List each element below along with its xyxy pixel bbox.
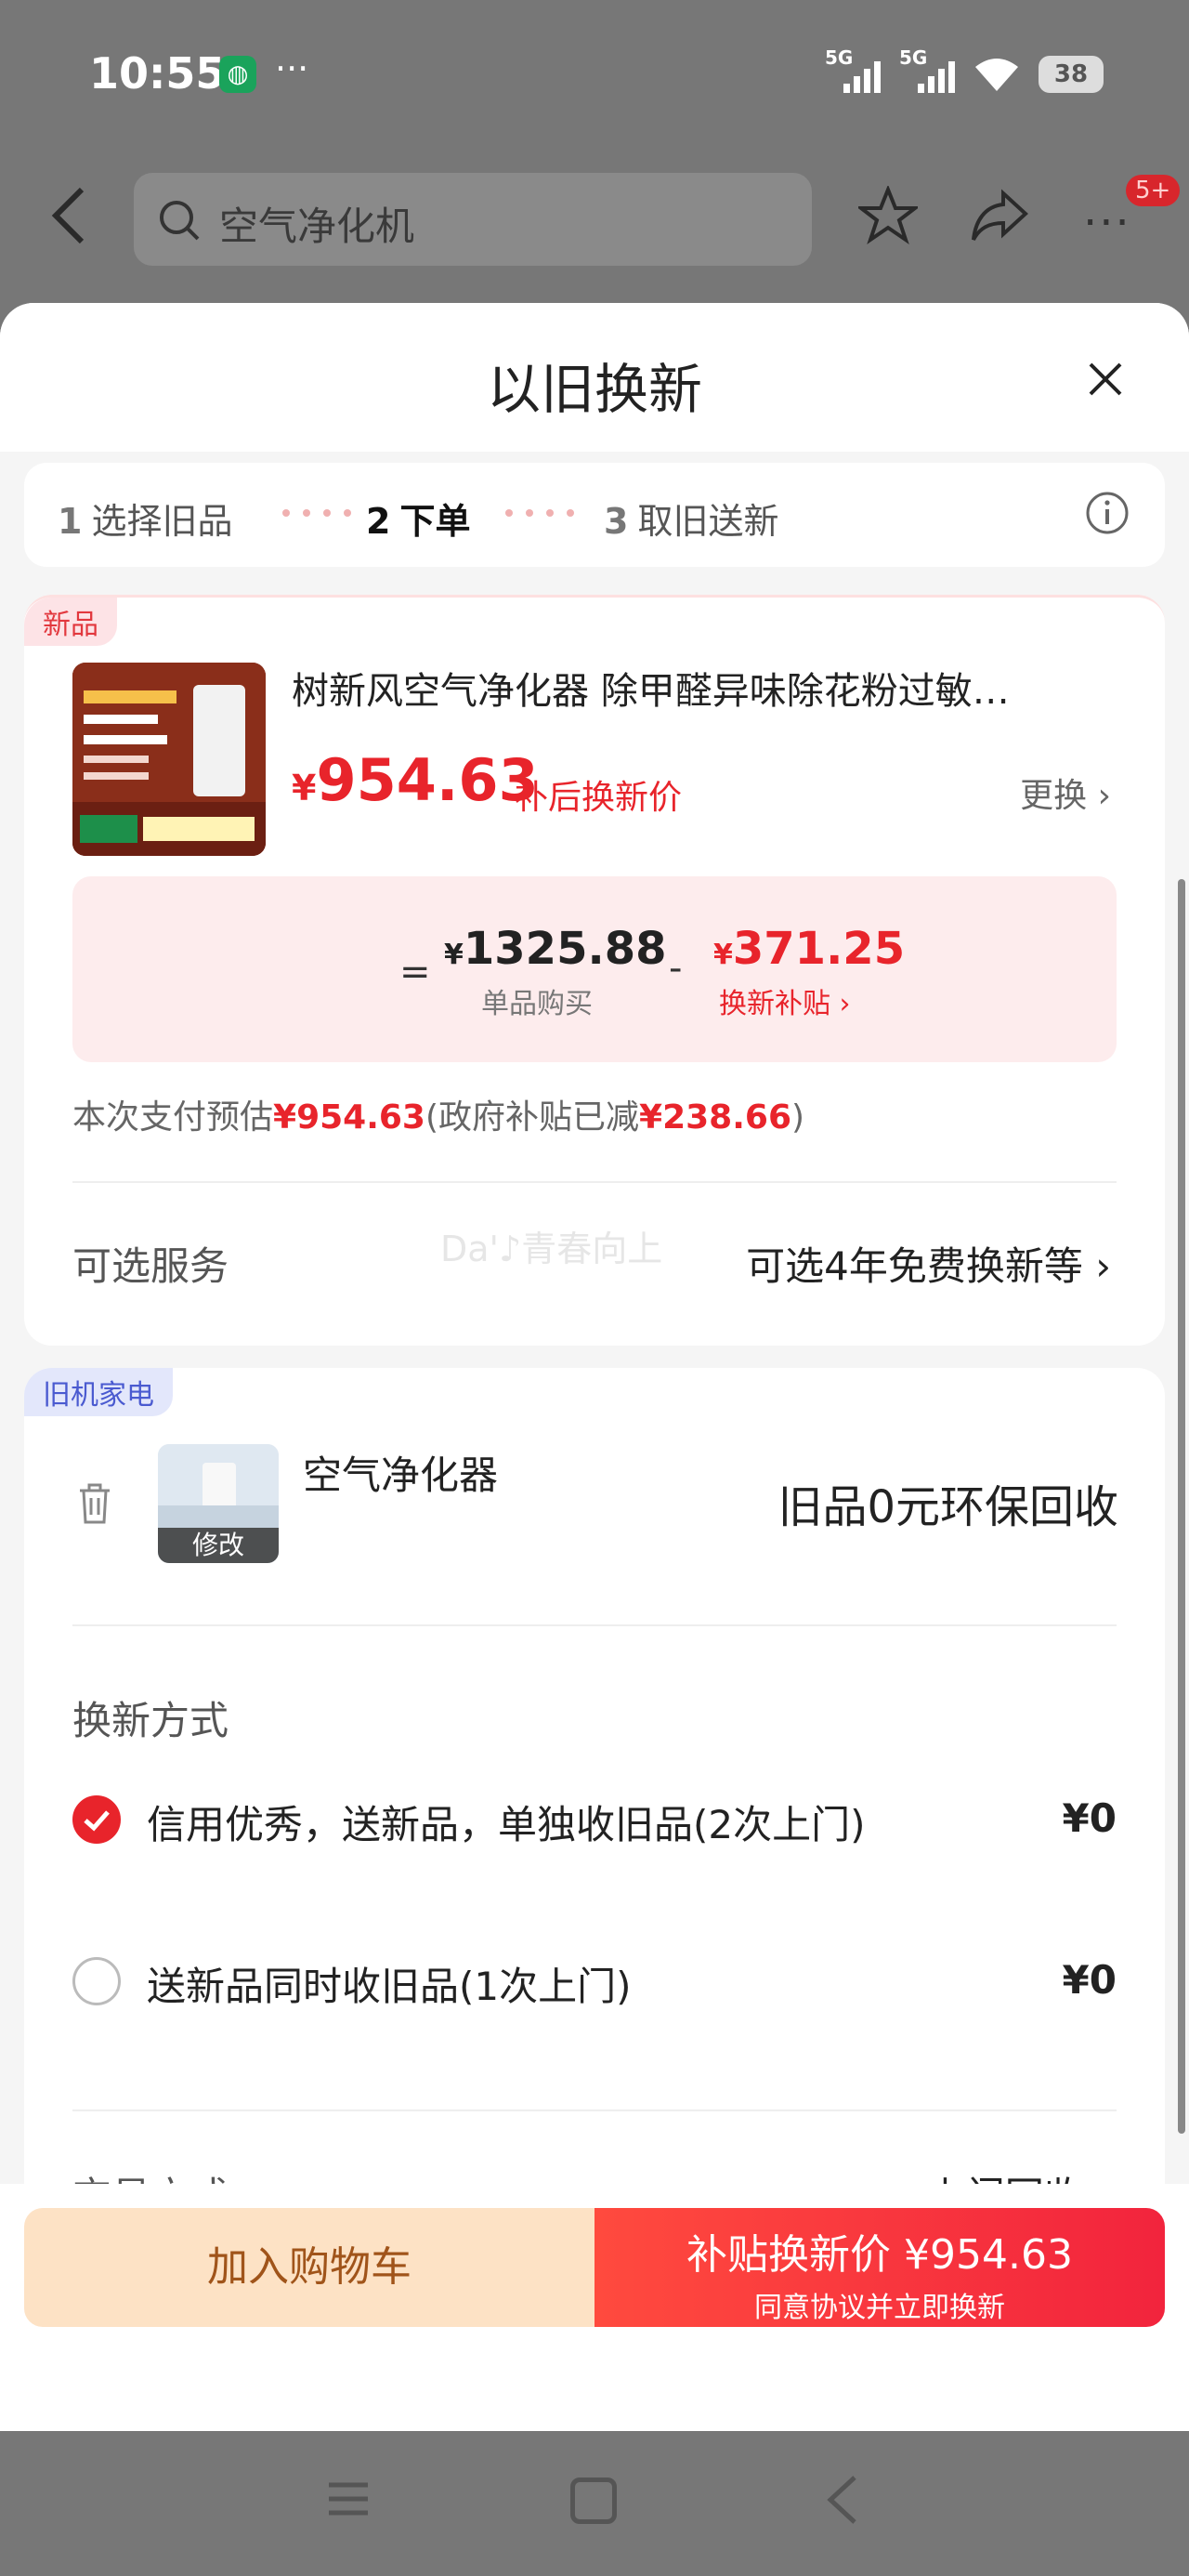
step-deliver: 3 取旧送新: [604, 501, 779, 542]
divider: [72, 1181, 1117, 1183]
trade-in-price-label: 补后换新价: [515, 779, 683, 817]
trade-in-buy-button[interactable]: 补贴换新价 ¥954.63 同意协议并立即换新: [594, 2208, 1165, 2327]
search-icon: [160, 201, 200, 241]
radio-checked-icon[interactable]: [72, 1795, 121, 1844]
optional-service-link[interactable]: 可选4年免费换新等 ›: [746, 1235, 1111, 1292]
product-image[interactable]: [72, 663, 266, 856]
sheet-header: 以旧换新: [0, 303, 1189, 452]
option-label: 信用优秀，送新品，单独收旧品(2次上门): [147, 1802, 866, 1847]
step-order: 2 下单: [366, 501, 471, 542]
radio-unchecked-icon[interactable]: [72, 1957, 121, 2005]
old-product-image[interactable]: 修改: [158, 1444, 279, 1563]
trade-in-method-label: 换新方式: [72, 1698, 229, 1743]
battery-icon: 38: [1039, 56, 1104, 93]
price-breakdown: = ¥1325.88 单品购买 - ¥371.25 换新补贴 ›: [72, 876, 1117, 1062]
close-icon[interactable]: [1087, 361, 1124, 398]
trade-in-price: ¥954.63: [292, 746, 539, 814]
edit-old-product-button[interactable]: 修改: [158, 1528, 279, 1563]
option-price: ¥0: [1062, 1957, 1117, 2003]
nav-back-icon[interactable]: [823, 2474, 860, 2526]
trash-icon[interactable]: [76, 1481, 113, 1526]
payment-estimate: 本次支付预估¥954.63(政府补贴已减¥238.66): [72, 1098, 805, 1137]
single-purchase-price: ¥1325.88: [444, 923, 667, 975]
bottom-action-bar: 加入购物车 补贴换新价 ¥954.63 同意协议并立即换新: [0, 2184, 1189, 2431]
old-product-tag: 旧机家电: [24, 1368, 173, 1416]
step-indicator: 1 选择旧品 2 下单 3 取旧送新: [24, 463, 1165, 567]
subsidy-amount: ¥371.25: [713, 923, 906, 975]
add-to-cart-button[interactable]: 加入购物车: [24, 2208, 594, 2327]
app-notification-icon: ◍: [219, 56, 256, 93]
clock: 10:55: [89, 48, 226, 99]
more-icon[interactable]: ···: [1083, 197, 1131, 249]
minus-sign: -: [669, 947, 683, 990]
option-label: 送新品同时收旧品(1次上门): [147, 1964, 632, 2009]
recents-icon[interactable]: [327, 2477, 370, 2520]
product-title[interactable]: 树新风空气净化器 除甲醛异味除花粉过敏…: [292, 661, 1128, 715]
new-product-card: 新品 树新风空气净化器 除甲醛异味除花粉过敏… ¥954.63 补后换新价 更换…: [24, 595, 1165, 1346]
equals-sign: =: [399, 951, 431, 993]
recycle-info: 旧品0元环保回收: [777, 1481, 1118, 1533]
info-icon[interactable]: [1085, 491, 1130, 535]
more-notifications-icon: ···: [275, 48, 309, 89]
divider: [72, 2109, 1117, 2111]
step-connector: [505, 509, 574, 517]
signal-icon: 5G: [825, 46, 881, 93]
wifi-icon: [975, 59, 1018, 91]
notification-badge: 5+: [1126, 175, 1181, 206]
single-purchase-label: 单品购买: [481, 988, 593, 1020]
trade-in-sheet: 以旧换新 1 选择旧品 2 下单 3 取旧送新 新品 树新风空气净化器 除甲醛异…: [0, 303, 1189, 2431]
step-select-old: 1 选择旧品: [58, 501, 233, 542]
divider: [72, 1624, 1117, 1626]
watermark: Da'♪青春向上: [440, 1229, 663, 1269]
search-input[interactable]: 空气净化机: [134, 173, 812, 266]
method-option-separate[interactable]: 信用优秀，送新品，单独收旧品(2次上门) ¥0: [72, 1794, 1117, 1849]
signal-icon: 5G: [899, 46, 955, 93]
sheet-title: 以旧换新: [486, 358, 702, 421]
step-connector: [282, 509, 351, 517]
buy-button-sublabel: 同意协议并立即换新: [754, 2292, 1005, 2324]
buy-button-label: 补贴换新价 ¥954.63: [686, 2231, 1073, 2279]
method-option-same-visit[interactable]: 送新品同时收旧品(1次上门) ¥0: [72, 1955, 1117, 2011]
subsidy-link[interactable]: 换新补贴 ›: [719, 980, 851, 1021]
new-product-tag: 新品: [24, 598, 117, 646]
old-product-name: 空气净化器: [303, 1452, 499, 1498]
scrollbar[interactable]: [1178, 879, 1185, 2134]
change-product-link[interactable]: 更换 ›: [1020, 769, 1111, 817]
optional-service-label: 可选服务: [72, 1243, 229, 1289]
share-icon[interactable]: [970, 186, 1029, 245]
search-placeholder: 空气净化机: [219, 204, 415, 249]
star-icon[interactable]: [858, 186, 918, 245]
status-bar: 10:55 ◍ ··· 5G 5G 38: [0, 0, 1189, 149]
home-icon[interactable]: [570, 2477, 617, 2524]
back-arrow-icon[interactable]: [50, 186, 87, 245]
system-nav-bar: [0, 2431, 1189, 2576]
option-price: ¥0: [1062, 1795, 1117, 1841]
